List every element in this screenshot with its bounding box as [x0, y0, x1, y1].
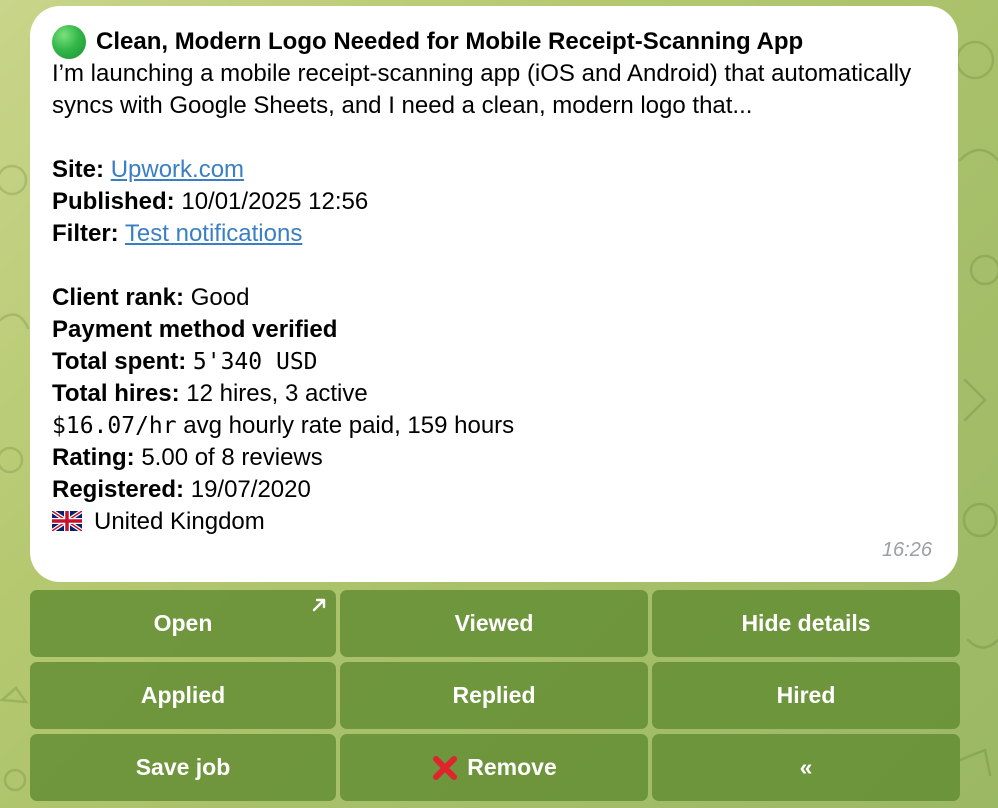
- client-rank-value: Good: [190, 284, 250, 311]
- total-hires-row: Total hires: 12 hires, 3 active: [52, 378, 936, 410]
- filter-link[interactable]: Test notifications: [125, 220, 302, 247]
- site-row: Site: Upwork.com: [52, 154, 936, 186]
- rating-label: Rating:: [52, 444, 135, 471]
- back-button-label: «: [799, 754, 813, 780]
- total-spent-value: 5'340 USD: [192, 349, 318, 375]
- country-row: United Kingdom: [52, 506, 936, 538]
- hide-details-button[interactable]: Hide details: [652, 590, 960, 657]
- message-description: I’m launching a mobile receipt-scanning …: [52, 60, 912, 119]
- published-row: Published: 10/01/2025 12:56: [52, 186, 936, 218]
- remove-button-label: Remove: [467, 754, 557, 780]
- registered-row: Registered: 19/07/2020: [52, 474, 936, 506]
- payment-verified: Payment method verified: [52, 316, 338, 343]
- published-value: 10/01/2025 12:56: [181, 188, 369, 215]
- filter-label: Filter:: [52, 220, 119, 247]
- registered-label: Registered:: [52, 476, 185, 503]
- total-hires-value: 12 hires, 3 active: [186, 380, 368, 407]
- published-label: Published:: [52, 188, 175, 215]
- client-rank-label: Client rank:: [52, 284, 185, 311]
- client-rank-row: Client rank: Good: [52, 282, 936, 314]
- external-link-arrow-icon: [312, 598, 326, 612]
- site-label: Site:: [52, 156, 105, 183]
- rating-value: 5.00 of 8 reviews: [141, 444, 323, 471]
- applied-button[interactable]: Applied: [30, 662, 336, 729]
- green-circle-icon: [52, 25, 86, 59]
- viewed-button-label: Viewed: [454, 610, 534, 636]
- open-button[interactable]: Open: [30, 590, 336, 657]
- total-hires-label: Total hires:: [52, 380, 180, 407]
- uk-flag-icon: [52, 511, 82, 531]
- registered-value: 19/07/2020: [190, 476, 311, 503]
- red-cross-icon: [433, 755, 458, 780]
- save-job-button-label: Save job: [135, 754, 231, 780]
- total-spent-label: Total spent:: [52, 348, 187, 375]
- hired-button[interactable]: Hired: [652, 662, 960, 729]
- remove-button[interactable]: Remove: [340, 734, 648, 801]
- message-title: Clean, Modern Logo Needed for Mobile Rec…: [52, 25, 936, 59]
- viewed-button[interactable]: Viewed: [340, 590, 648, 657]
- replied-button[interactable]: Replied: [340, 662, 648, 729]
- site-link[interactable]: Upwork.com: [111, 156, 244, 183]
- message-time: 16:26: [881, 539, 932, 561]
- filter-row: Filter: Test notifications: [52, 218, 936, 250]
- message-bubble: Clean, Modern Logo Needed for Mobile Rec…: [30, 6, 958, 582]
- replied-button-label: Replied: [452, 682, 536, 708]
- hourly-rate-value: $16.07/hr: [52, 413, 177, 439]
- applied-button-label: Applied: [140, 682, 226, 708]
- hourly-rate-row: $16.07/hr avg hourly rate paid, 159 hour…: [52, 410, 936, 442]
- save-job-button[interactable]: Save job: [30, 734, 336, 801]
- inline-keyboard: Open Viewed Hide details Applied Replied…: [30, 590, 960, 801]
- rating-row: Rating: 5.00 of 8 reviews: [52, 442, 936, 474]
- message-title-text: Clean, Modern Logo Needed for Mobile Rec…: [96, 28, 804, 55]
- country-name: United Kingdom: [94, 508, 265, 535]
- hide-details-button-label: Hide details: [741, 610, 871, 636]
- total-spent-row: Total spent: 5'340 USD: [52, 346, 936, 378]
- open-button-label: Open: [153, 610, 213, 636]
- back-button[interactable]: «: [652, 734, 960, 801]
- hourly-rate-text: avg hourly rate paid, 159 hours: [183, 412, 515, 439]
- hired-button-label: Hired: [776, 682, 836, 708]
